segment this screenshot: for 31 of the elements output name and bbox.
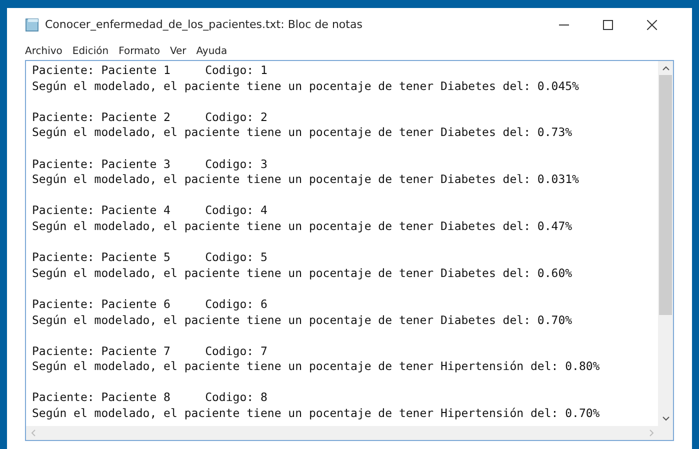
scrollbar-thumb[interactable]: [659, 75, 672, 315]
text-line: Según el modelado, el paciente tiene un pocentaje de tener Diabetes del: 0.045%: [32, 78, 579, 94]
text-line: Según el modelado, el paciente tiene un pocentaje de tener Diabetes del: 0.73%: [32, 125, 572, 141]
menu-item[interactable]: Ver: [170, 44, 186, 58]
text-line: Paciente: Paciente 2 Codigo: 2: [32, 110, 268, 126]
notepad-icon: [25, 18, 39, 32]
text-line: Según el modelado, el paciente tiene un pocentaje de tener Diabetes del: 0.60%: [32, 266, 572, 282]
text-line: Según el modelado, el paciente tiene un pocentaje de tener Hipertensión del: 0.80%: [32, 359, 600, 375]
text-area[interactable]: [25, 60, 674, 441]
text-line: Paciente: Paciente 8 Codigo: 8: [32, 390, 268, 406]
text-line: Paciente: Paciente 7 Codigo: 7: [32, 344, 268, 360]
scroll-left-icon[interactable]: [30, 429, 36, 437]
text-line: Paciente: Paciente 6 Codigo: 6: [32, 296, 268, 312]
text-line: Según el modelado, el paciente tiene un pocentaje de tener Diabetes del: 0.031%: [32, 172, 579, 188]
vertical-scrollbar[interactable]: [658, 61, 673, 426]
menu-item[interactable]: Formato: [118, 44, 160, 58]
scroll-right-icon[interactable]: [649, 429, 655, 437]
text-line: Según el modelado, el paciente tiene un pocentaje de tener Hipertensión del: 0.70%: [32, 406, 600, 422]
text-line: Según el modelado, el paciente tiene un pocentaje de tener Diabetes del: 0.70%: [32, 312, 572, 328]
maximize-icon: [603, 20, 613, 30]
close-icon: [647, 20, 657, 30]
window-title: Conocer_enfermedad_de_los_pacientes.txt: Bloc de notas: [45, 16, 362, 33]
text-line: Paciente: Paciente 4 Codigo: 4: [32, 203, 268, 219]
text-line: Paciente: Paciente 1 Codigo: 1: [32, 63, 268, 79]
menu-item[interactable]: Edición: [72, 44, 109, 58]
menu-item[interactable]: Ayuda: [196, 44, 228, 58]
text-line: Paciente: Paciente 5 Codigo: 5: [32, 250, 268, 266]
menu-item[interactable]: Archivo: [25, 44, 62, 58]
text-line: Según el modelado, el paciente tiene un pocentaje de tener Diabetes del: 0.47%: [32, 218, 572, 235]
horizontal-scrollbar[interactable]: [26, 426, 673, 440]
text-line: Paciente: Paciente 3 Codigo: 3: [32, 156, 268, 172]
